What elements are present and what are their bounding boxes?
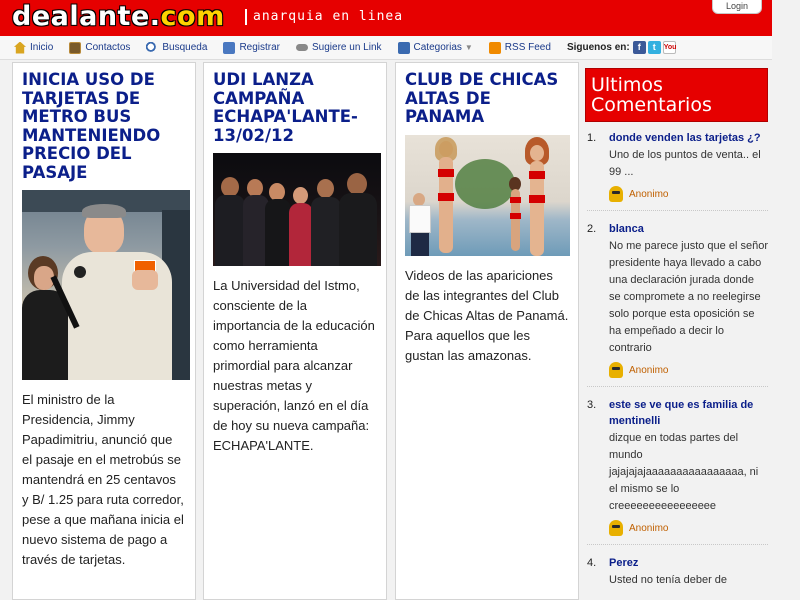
article-summary: La Universidad del Istmo, consciente de … <box>213 278 375 453</box>
article-photo[interactable] <box>405 134 570 256</box>
photo-detail <box>311 197 341 266</box>
comment-item: 1. donde venden las tarjetas ¿? Uno de l… <box>587 130 768 211</box>
comment-number: 1. <box>587 132 597 144</box>
comment-author: Anonimo <box>609 362 768 378</box>
chevron-down-icon: ▼ <box>464 43 473 52</box>
home-icon <box>14 41 26 54</box>
logo-com-text: com <box>160 1 225 32</box>
article-title[interactable]: Club de chicas altas de Panama <box>405 70 569 127</box>
comment-number: 3. <box>587 399 597 411</box>
comment-item: 2. blanca No me parece justo que el seño… <box>587 221 768 387</box>
article-photo[interactable] <box>213 153 381 266</box>
link-icon <box>296 44 309 51</box>
photo-detail <box>347 173 367 195</box>
photo-detail <box>265 199 291 266</box>
nav-item-contactos[interactable]: Contactos <box>69 41 131 54</box>
article-card: UDI lanza campaña Echapa'lante- 13/02/12… <box>203 62 387 600</box>
nav-label: Busqueda <box>162 42 208 53</box>
article-title[interactable]: Inicia uso de tarjetas de metro bus mant… <box>22 70 186 182</box>
login-button[interactable]: Login <box>712 0 762 14</box>
contact-book-icon <box>69 41 82 54</box>
nav-item-inicio[interactable]: Inicio <box>14 41 54 54</box>
photo-detail <box>510 196 521 203</box>
photo-detail <box>22 290 68 380</box>
nav-item-registrar[interactable]: Registrar <box>223 41 281 54</box>
nav-label: Contactos <box>85 42 131 53</box>
photo-detail <box>293 187 308 204</box>
anonymous-avatar-icon <box>609 186 623 202</box>
photo-detail <box>438 168 454 177</box>
register-icon <box>223 41 236 54</box>
article-photo[interactable] <box>22 190 190 380</box>
nav-label: Registrar <box>239 42 281 53</box>
comment-body: dizque en todas partes del mundo jajajaj… <box>609 432 759 512</box>
photo-detail <box>529 170 545 179</box>
nav-item-categorias[interactable]: Categorias ▼ <box>397 41 473 54</box>
follow-label: Siguenos en: <box>566 42 630 53</box>
nav-label: Sugiere un Link <box>312 42 382 53</box>
anonymous-avatar-icon <box>609 362 623 378</box>
site-logo[interactable]: dealante.com <box>12 2 225 32</box>
youtube-icon[interactable]: You <box>662 41 676 54</box>
article-title[interactable]: UDI lanza campaña Echapa'lante- 13/02/12 <box>213 70 377 145</box>
twitter-icon[interactable]: t <box>647 41 661 54</box>
nav-label: RSS Feed <box>504 42 551 53</box>
comment-author-name: Anonimo <box>629 364 669 376</box>
comment-author-name: Anonimo <box>629 188 669 200</box>
latest-comments-sidebar: Ultimos Comentarios 1. donde venden las … <box>585 68 768 600</box>
article-card: Club de chicas altas de Panama Videos de… <box>395 62 579 600</box>
comment-item: 3. este se ve que es familia de mentinel… <box>587 397 768 545</box>
photo-detail <box>411 232 429 256</box>
comment-title-link[interactable]: Perez <box>609 555 768 571</box>
photo-detail <box>339 193 377 266</box>
rss-icon <box>488 41 501 54</box>
photo-detail <box>82 204 126 218</box>
main-nav: Inicio Contactos Busqueda Registrar Sugi… <box>0 36 772 60</box>
comment-body: Uno de los puntos de venta.. el 99 ... <box>609 149 761 178</box>
comment-author-name: Anonimo <box>629 522 669 534</box>
article-card: Inicia uso de tarjetas de metro bus mant… <box>12 62 196 600</box>
comment-author: Anonimo <box>609 186 768 202</box>
photo-detail <box>438 192 454 201</box>
article-summary: El ministro de la Presidencia, Jimmy Pap… <box>22 392 184 567</box>
comment-number: 2. <box>587 223 597 235</box>
comment-body: No me parece justo que el señor presiden… <box>609 240 768 354</box>
comment-title-link[interactable]: donde venden las tarjetas ¿? <box>609 130 768 146</box>
article-summary: Videos de las apariciones de las integra… <box>405 267 569 363</box>
nav-label: Inicio <box>30 42 54 53</box>
categories-icon <box>397 41 410 54</box>
photo-detail <box>529 194 545 203</box>
site-header: dealante.com anarquia en linea Login <box>0 0 772 36</box>
comment-author: Anonimo <box>609 520 768 536</box>
photo-detail <box>317 179 334 198</box>
photo-detail <box>530 144 544 161</box>
nav-item-busqueda[interactable]: Busqueda <box>146 41 208 54</box>
photo-detail <box>132 270 158 290</box>
logo-text: dealante. <box>12 1 161 32</box>
comment-body: Usted no tenía deber de <box>609 574 728 586</box>
site-tagline: anarquia en linea <box>245 9 403 25</box>
anonymous-avatar-icon <box>609 520 623 536</box>
photo-detail <box>221 177 239 197</box>
photo-detail <box>215 195 245 266</box>
facebook-icon[interactable]: f <box>632 41 646 54</box>
nav-label: Categorias <box>413 42 462 53</box>
photo-detail <box>510 212 521 219</box>
comment-item: 4. Perez Usted no tenía deber de <box>587 555 768 597</box>
photo-detail <box>409 204 431 233</box>
nav-item-rss[interactable]: RSS Feed <box>488 41 551 54</box>
photo-detail <box>455 158 515 209</box>
search-icon <box>146 41 159 54</box>
comment-list: 1. donde venden las tarjetas ¿? Uno de l… <box>585 130 768 597</box>
comment-title-link[interactable]: blanca <box>609 221 768 237</box>
comment-title-link[interactable]: este se ve que es familia de mentinelli <box>609 397 768 429</box>
photo-detail <box>289 203 313 266</box>
sidebar-heading: Ultimos Comentarios <box>585 68 768 122</box>
photo-detail <box>74 266 86 278</box>
comment-number: 4. <box>587 557 597 569</box>
nav-item-sugiere-link[interactable]: Sugiere un Link <box>296 42 382 53</box>
